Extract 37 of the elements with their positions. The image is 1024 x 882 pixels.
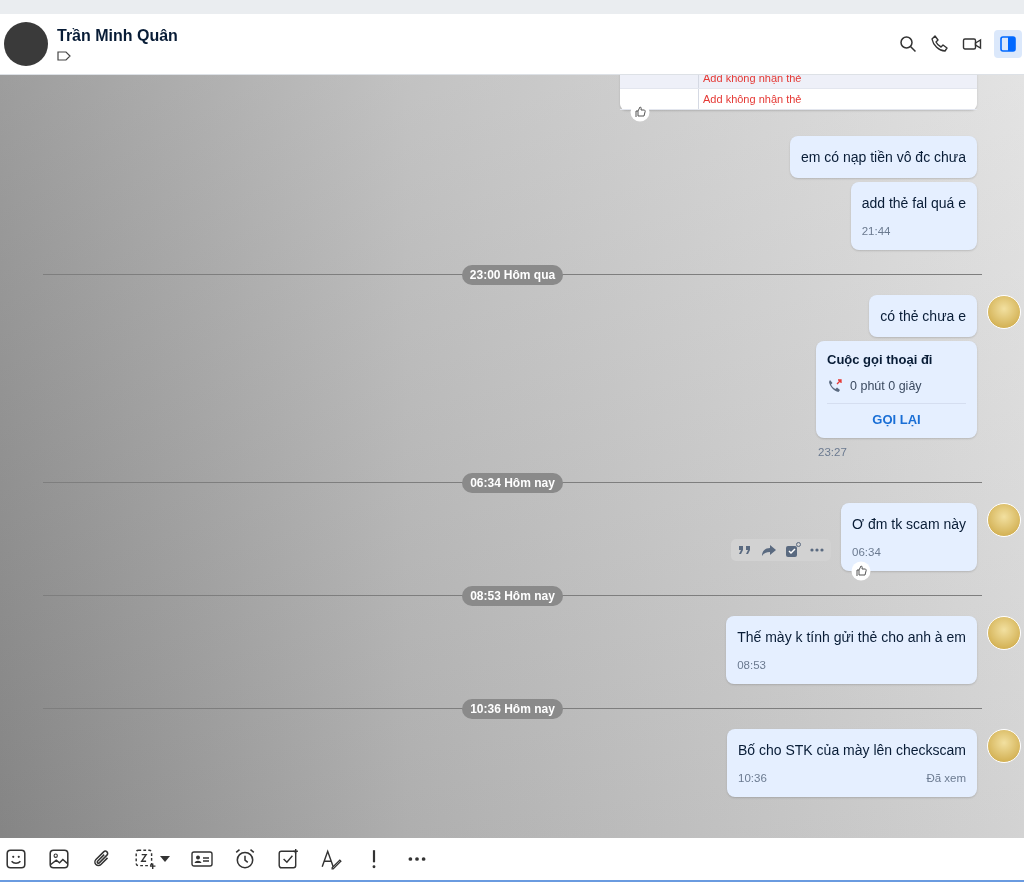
date-separator: 06:34 Hôm nay xyxy=(462,473,563,493)
message-text: add thẻ fal quá e xyxy=(861,195,966,211)
seen-status: Đã xem xyxy=(926,772,966,784)
share-arrow-icon[interactable] xyxy=(761,542,778,558)
message-text: Bố cho STK của mày lên checkscam xyxy=(738,742,966,758)
message-time: 08:53 xyxy=(737,659,766,671)
date-separator: 23:00 Hôm qua xyxy=(461,265,564,285)
task-icon[interactable] xyxy=(785,542,802,558)
call-back-button[interactable]: GỌI LẠI xyxy=(827,404,966,429)
message-text: Ơ đm tk scam này xyxy=(852,516,966,532)
contact-name: Trần Minh Quân xyxy=(57,27,178,45)
table-cell-text: Add không nhận thẻ xyxy=(702,92,802,107)
thumbs-up-icon[interactable] xyxy=(851,561,872,581)
search-icon[interactable] xyxy=(898,34,918,54)
screenshot-icon[interactable] xyxy=(134,848,156,870)
message-text: em có nạp tiền vô đc chưa xyxy=(800,149,966,165)
message-time: 21:44 xyxy=(861,225,891,237)
date-separator: 10:36 Hôm nay xyxy=(462,699,563,719)
tag-icon[interactable] xyxy=(57,51,71,61)
message-time: 23:27 xyxy=(817,446,848,458)
outgoing-call-icon xyxy=(827,378,843,394)
message-text: có thẻ chưa e xyxy=(880,308,966,324)
checkbox-icon[interactable] xyxy=(277,848,299,870)
call-duration: 0 phút 0 giây xyxy=(850,379,922,393)
sticker-icon[interactable] xyxy=(5,848,27,870)
image-icon[interactable] xyxy=(48,848,70,870)
message-time: 06:34 xyxy=(852,546,881,558)
phone-icon[interactable] xyxy=(930,34,950,54)
message-text: Thế mày k tính gửi thẻ cho anh à em xyxy=(737,629,966,645)
text-format-icon[interactable] xyxy=(320,848,342,870)
date-separator: 08:53 Hôm nay xyxy=(462,586,563,606)
alarm-clock-icon[interactable] xyxy=(234,848,256,870)
contact-card-icon[interactable] xyxy=(191,848,213,870)
message-time: 10:36 xyxy=(738,772,767,784)
caret-icon[interactable] xyxy=(160,856,170,862)
avatar[interactable] xyxy=(4,22,48,66)
call-title: Cuộc gọi thoại đi xyxy=(827,352,934,367)
